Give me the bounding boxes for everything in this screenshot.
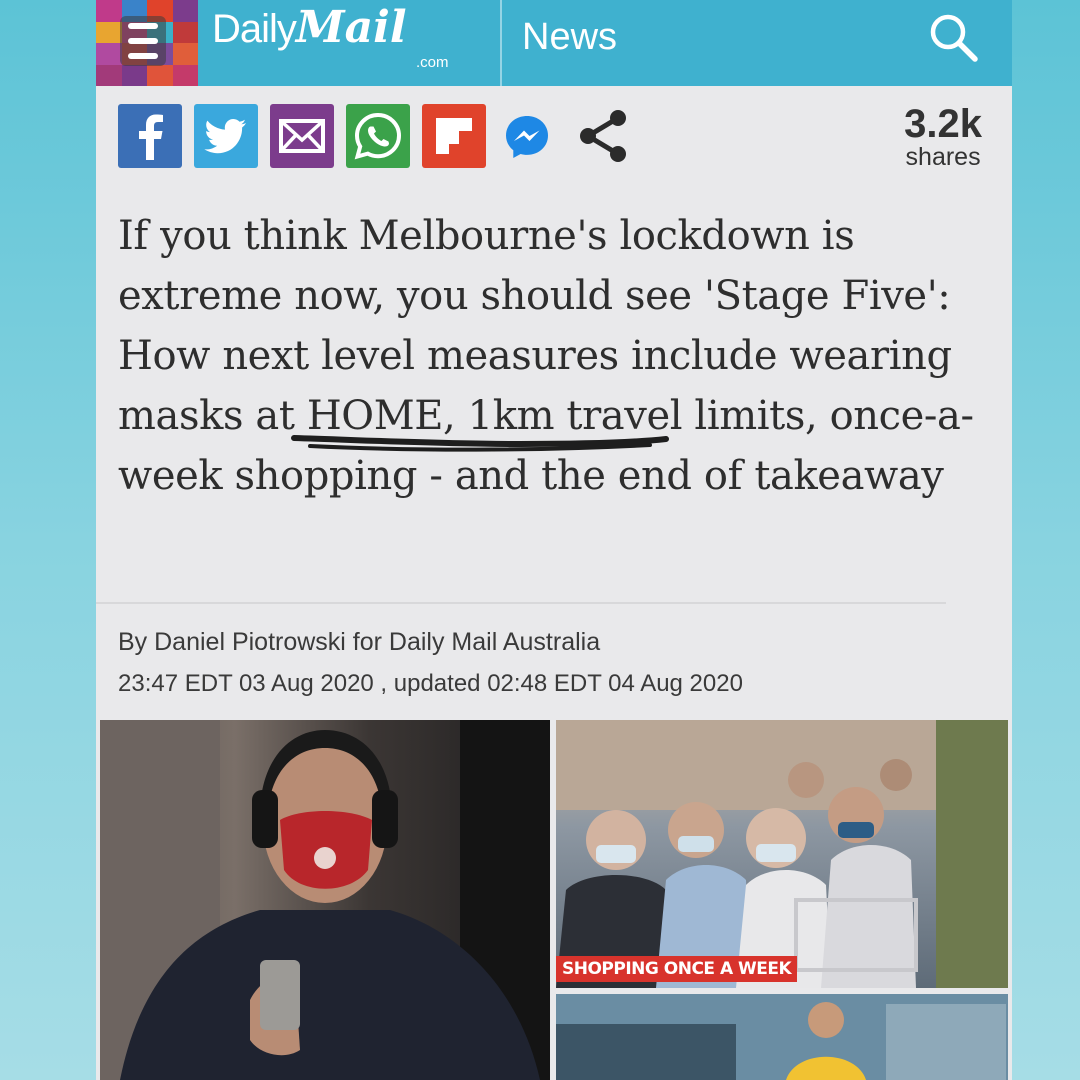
share-count-number: 3.2k (904, 102, 982, 146)
email-icon (279, 119, 325, 153)
header-divider (500, 0, 502, 86)
messenger-share-button[interactable] (502, 112, 552, 162)
share-icon (580, 110, 626, 162)
logo-mail: Mail (295, 2, 407, 53)
logo-domain: .com (416, 54, 449, 71)
email-share-button[interactable] (270, 104, 334, 168)
site-logo[interactable]: DailyMail .com (212, 2, 449, 74)
app-screen: DailyMail .com News 3.2k shares If you t… (96, 0, 1012, 1080)
whatsapp-icon (354, 112, 402, 160)
flipboard-icon (436, 118, 472, 154)
image-caption: SHOPPING ONCE A WEEK (556, 956, 798, 982)
section-label[interactable]: News (522, 16, 617, 59)
twitter-share-button[interactable] (194, 104, 258, 168)
whatsapp-share-button[interactable] (346, 104, 410, 168)
hamburger-icon (120, 16, 166, 66)
headline-separator (96, 602, 946, 604)
article-byline[interactable]: By Daniel Piotrowski for Daily Mail Aust… (118, 628, 600, 657)
article-image-masked-woman[interactable] (100, 720, 550, 1080)
search-button[interactable] (922, 6, 984, 68)
facebook-share-button[interactable] (118, 104, 182, 168)
logo-daily: Daily (212, 7, 297, 51)
flipboard-share-button[interactable] (422, 104, 486, 168)
article-timestamp: 23:47 EDT 03 Aug 2020 , updated 02:48 ED… (118, 670, 743, 697)
street-photo (556, 994, 1008, 1080)
messenger-icon (506, 116, 548, 158)
share-count-label: shares (905, 143, 981, 171)
more-share-button[interactable] (574, 106, 634, 166)
facebook-icon (139, 114, 163, 160)
twitter-icon (204, 119, 246, 154)
search-icon (930, 14, 978, 62)
shopping-crowd-photo (556, 720, 1008, 988)
article-image-shopping-crowd[interactable]: SHOPPING ONCE A WEEK (556, 720, 1008, 988)
menu-button[interactable] (96, 0, 198, 86)
article-image-street[interactable] (556, 994, 1008, 1080)
site-header: DailyMail .com News (96, 0, 1012, 86)
handdrawn-underline (291, 435, 669, 452)
article-headline: If you think Melbourne's lockdown is ext… (118, 213, 974, 499)
masked-woman-photo (100, 720, 550, 1080)
share-count: 3.2k shares (904, 104, 982, 170)
